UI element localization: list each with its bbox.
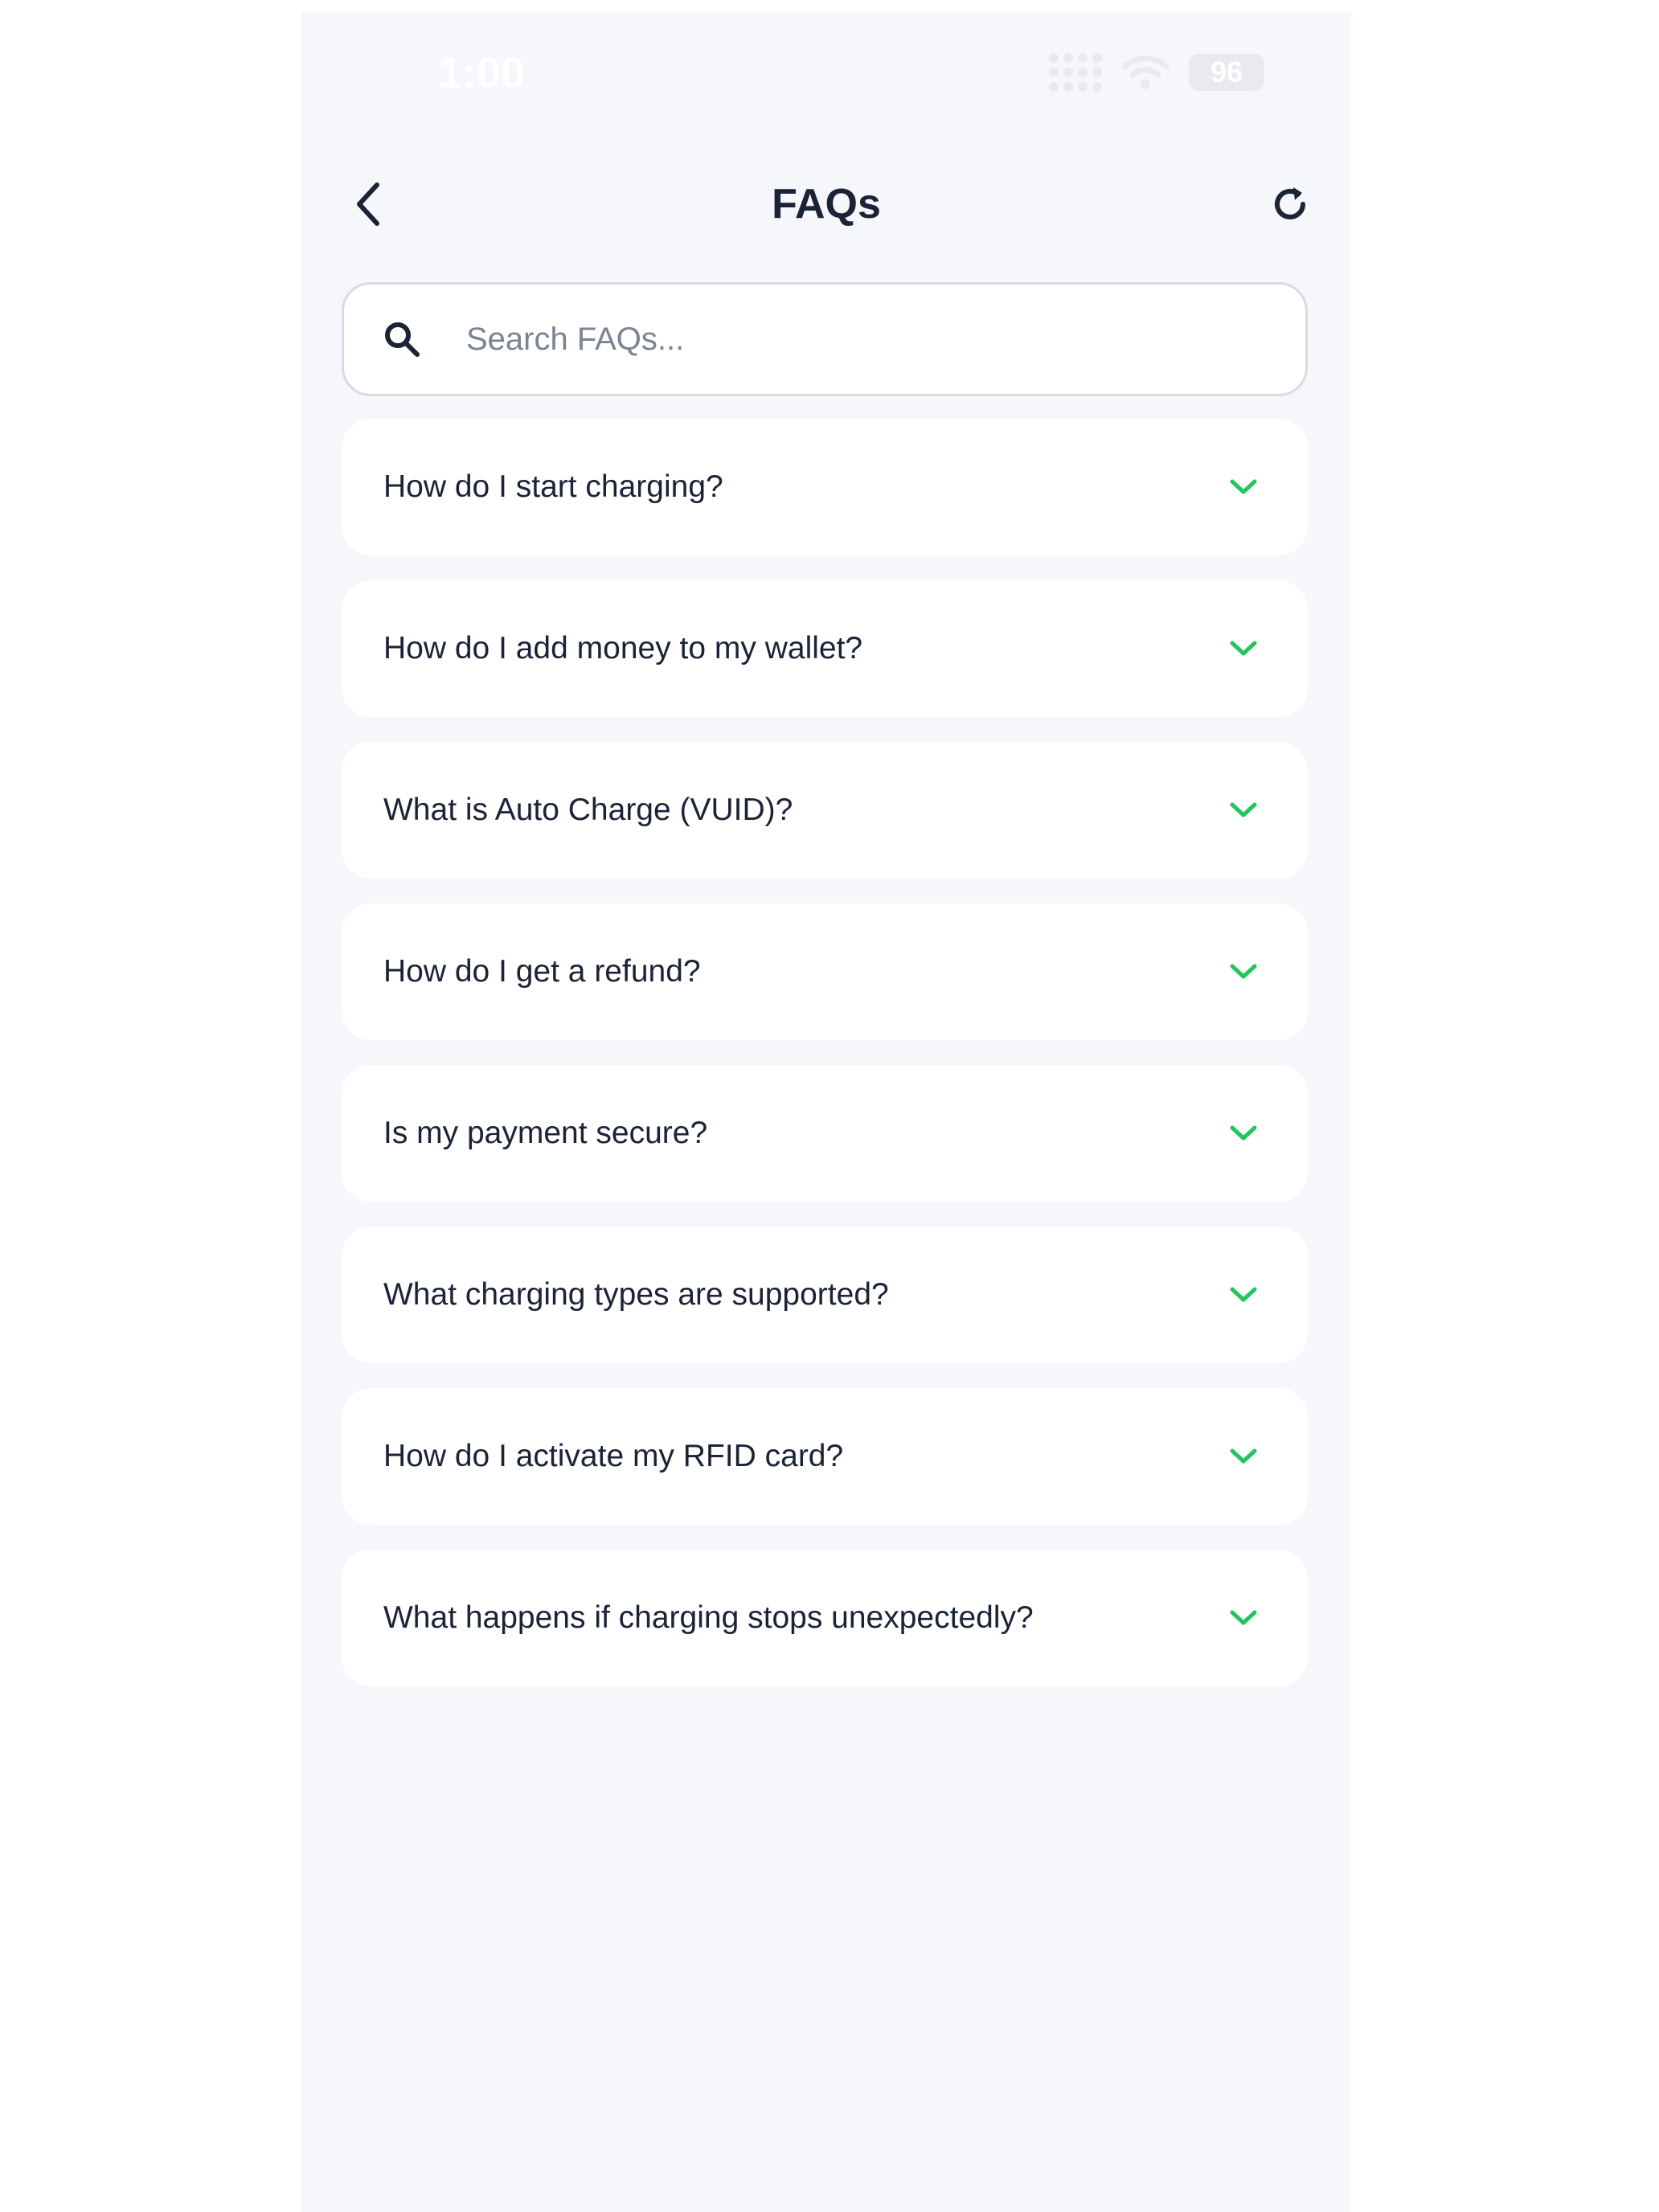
chevron-down-icon (1227, 471, 1260, 503)
chevron-down-icon (1227, 956, 1260, 988)
faq-list: How do I start charging? How do I add mo… (342, 419, 1308, 1711)
faq-question: What happens if charging stops unexpecte… (383, 1600, 1034, 1635)
refresh-icon (1275, 187, 1305, 219)
faq-item[interactable]: What charging types are supported? (342, 1227, 1308, 1363)
chevron-down-icon (1227, 794, 1260, 826)
search-icon (379, 317, 424, 362)
faq-question: How do I start charging? (383, 469, 723, 504)
faq-question: Is my payment secure? (383, 1115, 708, 1150)
refresh-button[interactable] (1261, 175, 1319, 233)
signal-icon (1049, 53, 1102, 92)
faq-item[interactable]: What is Auto Charge (VUID)? (342, 742, 1308, 879)
faq-question: How do I get a refund? (383, 953, 701, 989)
faq-item[interactable]: How do I add money to my wallet? (342, 580, 1308, 717)
wifi-icon (1121, 55, 1169, 89)
chevron-down-icon (1227, 1117, 1260, 1149)
chevron-down-icon (1227, 633, 1260, 665)
chevron-down-icon (1227, 1440, 1260, 1473)
chevron-down-icon (1227, 1602, 1260, 1634)
chevron-down-icon (1227, 1279, 1260, 1311)
page-title: FAQs (772, 181, 881, 227)
faq-question: What is Auto Charge (VUID)? (383, 792, 793, 827)
faq-item[interactable]: How do I get a refund? (342, 903, 1308, 1040)
faq-item[interactable]: What happens if charging stops unexpecte… (342, 1550, 1308, 1686)
faq-item[interactable]: How do I start charging? (342, 419, 1308, 555)
header: FAQs (301, 156, 1351, 252)
status-time: 1:00 (438, 49, 526, 97)
faq-item[interactable]: Is my payment secure? (342, 1065, 1308, 1202)
search-box[interactable] (342, 282, 1308, 396)
battery-icon: 96 (1189, 54, 1264, 91)
search-input[interactable] (465, 320, 1191, 358)
faq-question: What charging types are supported? (383, 1276, 889, 1312)
status-icons: 96 (1049, 53, 1264, 92)
faq-question: How do I activate my RFID card? (383, 1438, 844, 1473)
faq-item[interactable]: How do I activate my RFID card? (342, 1388, 1308, 1525)
status-bar: 1:00 96 (301, 11, 1351, 132)
faq-question: How do I add money to my wallet? (383, 630, 863, 666)
app-screen: 1:00 96 FAQs Search FAQs... How do I sta… (301, 11, 1351, 2212)
